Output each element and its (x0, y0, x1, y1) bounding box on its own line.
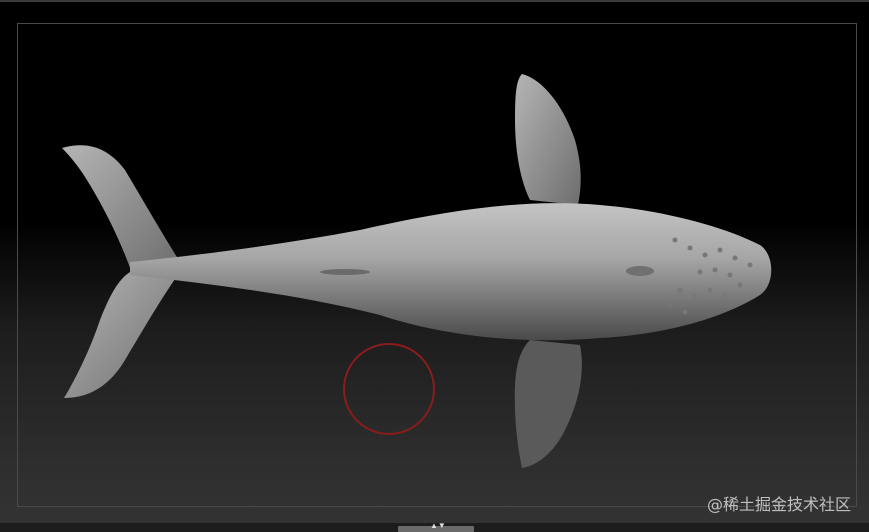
dorsal-fin (320, 269, 370, 275)
brush-circle-icon (343, 343, 435, 435)
watermark: @稀土掘金技术社区 (706, 495, 851, 514)
tail-fluke-lower (64, 272, 180, 398)
expand-arrows-icon[interactable]: ▲▼ (430, 522, 446, 530)
pectoral-fin-upper (515, 74, 581, 205)
pectoral-fin-lower (514, 340, 582, 468)
tail-fluke-upper (62, 145, 180, 268)
whale-model[interactable] (0, 0, 869, 532)
blowhole (626, 266, 654, 276)
whale-body (130, 203, 772, 341)
